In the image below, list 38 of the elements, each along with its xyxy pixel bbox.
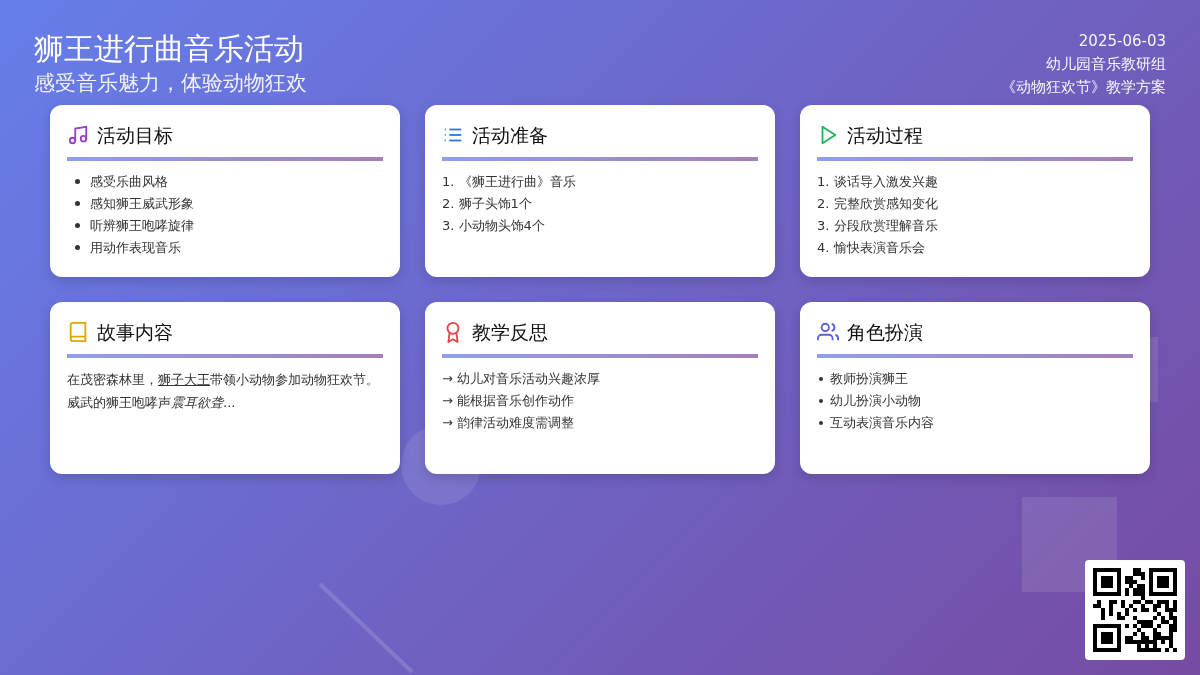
story-paragraph: 在茂密森林里，狮子大王带领小动物参加动物狂欢节。威武的狮王咆哮声震耳欲聋...: [67, 370, 380, 412]
date-text: 2025-06-03: [1077, 31, 1166, 52]
list-item: 感知狮王威武形象: [90, 194, 194, 213]
bullet-icon: [75, 201, 80, 206]
page-title: 狮王进行曲音乐活动: [34, 30, 305, 68]
list-item: → 韵律活动难度需调整: [442, 413, 575, 432]
list-item: 互动表演音乐内容: [830, 413, 934, 432]
bullet-icon: [75, 223, 80, 228]
bullet-icon: [819, 420, 823, 425]
list-item: 2. 完整欣赏感知变化: [817, 194, 938, 213]
list-item: 幼儿扮演小动物: [830, 391, 921, 410]
card-title: 故事内容: [97, 320, 173, 345]
book-icon: [67, 321, 89, 344]
list-item: 2. 狮子头饰1个: [442, 194, 532, 213]
bullet-icon: [819, 376, 823, 381]
list-item: → 幼儿对音乐活动兴趣浓厚: [442, 369, 601, 388]
bullet-icon: [75, 179, 80, 184]
list-item: 1. 《狮王进行曲》音乐: [442, 172, 576, 191]
list-item: 1. 谈话导入激发兴趣: [817, 172, 938, 191]
list-item: 听辨狮王咆哮旋律: [90, 216, 194, 235]
bullet-icon: [819, 398, 823, 403]
list-item: 3. 小动物头饰4个: [442, 216, 545, 235]
card-title: 活动准备: [472, 123, 548, 148]
group-name: 幼儿园音乐教研组: [1045, 54, 1166, 75]
card-title: 角色扮演: [847, 320, 923, 345]
card-title: 教学反思: [472, 320, 548, 345]
music-note-icon: [67, 124, 89, 147]
list-item: 教师扮演狮王: [830, 369, 908, 388]
card-title: 活动过程: [847, 123, 923, 148]
page-subtitle: 感受音乐魅力，体验动物狂欢: [34, 70, 307, 97]
list-item: 3. 分段欣赏理解音乐: [817, 216, 938, 235]
list-item: 感受乐曲风格: [90, 172, 168, 191]
list-item: 用动作表现音乐: [90, 238, 181, 257]
list-item: 4. 愉快表演音乐会: [817, 238, 925, 257]
plan-title: 《动物狂欢节》教学方案: [1001, 77, 1166, 98]
card-title: 活动目标: [97, 123, 173, 148]
bullet-icon: [75, 245, 80, 250]
list-item: → 能根据音乐创作动作: [442, 391, 575, 410]
